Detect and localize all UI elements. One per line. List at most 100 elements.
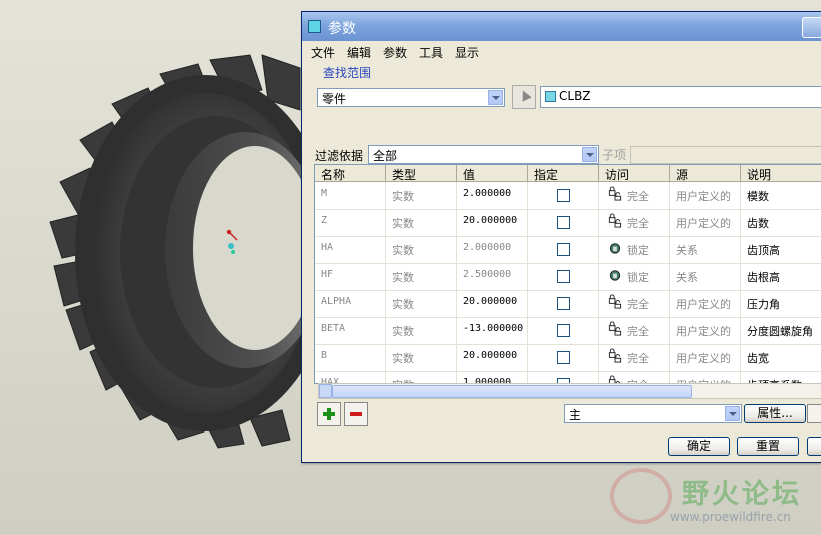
dialog-app-icon [308,20,321,33]
param-type: 实数 [392,298,414,311]
access-full-icon [608,321,622,336]
filter-label: 过滤依据 [315,149,364,163]
table-header: 名称 类型 值 指定 访问 源 说明 [315,165,821,182]
chevron-down-icon[interactable] [582,147,597,162]
access-full-icon [608,348,622,363]
properties-button[interactable]: 属性... [744,404,806,423]
menu-tools[interactable]: 工具 [419,44,443,61]
designate-checkbox[interactable] [557,216,570,229]
horizontal-scrollbar[interactable] [318,383,821,399]
add-parameter-button[interactable] [317,402,341,426]
watermark-title: 野火论坛 [682,479,802,510]
menu-display[interactable]: 显示 [455,44,479,61]
param-type: 实数 [392,217,414,230]
param-description: 分度圆螺旋角 [747,325,813,338]
header-value[interactable]: 值 [463,166,475,183]
designate-checkbox[interactable] [557,243,570,256]
header-access[interactable]: 访问 [605,166,629,183]
cancel-button[interactable] [807,437,821,456]
header-designate[interactable]: 指定 [534,166,558,183]
param-name: M [321,188,328,199]
table-row[interactable]: HA 实数 2.000000 锁定 关系 齿顶高 [315,236,821,264]
lock-icon [609,243,621,254]
header-description[interactable]: 说明 [747,166,771,183]
ok-button[interactable]: 确定 [668,437,730,456]
subitem-field [630,146,821,164]
designate-checkbox[interactable] [557,297,570,310]
param-value: 20.000000 [463,215,518,226]
watermark-url: www.proewildfire.cn [670,510,791,524]
param-source: 用户定义的 [676,298,731,311]
main-select[interactable]: 主 [564,404,742,423]
param-description: 齿顶高 [747,244,780,257]
chevron-down-icon[interactable] [725,406,740,421]
select-arrow-button[interactable] [512,85,536,109]
designate-checkbox[interactable] [557,189,570,202]
remove-parameter-button[interactable] [344,402,368,426]
designate-checkbox[interactable] [557,351,570,364]
access-full-icon [608,294,622,309]
dialog-titlebar[interactable]: 参数 [302,12,821,41]
scope-select[interactable]: 零件 [317,88,505,107]
menu-parameters[interactable]: 参数 [383,44,407,61]
access-full-icon [608,213,622,228]
param-access: 完全 [627,190,649,203]
param-name: HF [321,269,334,280]
table-row[interactable]: ALPHA 实数 20.000000 完全 用户定义的 压力角 [315,290,821,318]
header-name[interactable]: 名称 [321,166,345,183]
access-full-icon [608,186,622,201]
param-value: 2.000000 [463,188,512,199]
lock-icon [609,270,621,281]
table-row[interactable]: HF 实数 2.500000 锁定 关系 齿根高 [315,263,821,291]
part-name-field[interactable]: CLBZ [540,86,821,108]
param-type: 实数 [392,190,414,203]
reset-button[interactable]: 重置 [737,437,799,456]
designate-checkbox[interactable] [557,324,570,337]
forum-watermark: 野火论坛 www.proewildfire.cn [610,466,821,530]
param-access: 锁定 [627,244,649,257]
menu-file[interactable]: 文件 [311,44,335,61]
param-type: 实数 [392,244,414,257]
table-row[interactable]: BETA 实数 -13.000000 完全 用户定义的 分度圆螺旋角 [315,317,821,345]
param-description: 齿数 [747,217,769,230]
subitem-label: 子项 [602,148,627,162]
param-description: 齿根高 [747,271,780,284]
parameter-table[interactable]: 名称 类型 值 指定 访问 源 说明 M 实数 2.000000 完全 用户定义的 模数 Z… [314,164,821,384]
param-source: 用户定义的 [676,325,731,338]
header-type[interactable]: 类型 [392,166,416,183]
part-name: CLBZ [559,89,591,103]
param-access: 完全 [627,325,649,338]
menu-edit[interactable]: 编辑 [347,44,371,61]
scroll-thumb[interactable] [332,385,692,398]
designate-checkbox[interactable] [557,270,570,283]
param-value: 20.000000 [463,350,518,361]
param-value: 2.000000 [463,242,512,253]
param-type: 实数 [392,352,414,365]
param-type: 实数 [392,325,414,338]
table-row[interactable]: B 实数 20.000000 完全 用户定义的 齿宽 [315,344,821,372]
param-value: 20.000000 [463,296,518,307]
header-source[interactable]: 源 [676,166,688,183]
menu-bar: 文件 编辑 参数 工具 显示 [302,41,821,61]
param-access: 完全 [627,298,649,311]
filter-select[interactable]: 全部 [368,145,599,164]
param-access: 锁定 [627,271,649,284]
table-row[interactable]: M 实数 2.000000 完全 用户定义的 模数 [315,182,821,210]
param-source: 关系 [676,244,698,257]
param-access: 完全 [627,352,649,365]
table-row[interactable]: Z 实数 20.000000 完全 用户定义的 齿数 [315,209,821,237]
param-description: 齿宽 [747,352,769,365]
param-name: ALPHA [321,296,352,307]
param-source: 用户定义的 [676,190,731,203]
param-description: 压力角 [747,298,780,311]
scope-label: 查找范围 [323,66,372,80]
param-source: 关系 [676,271,698,284]
param-type: 实数 [392,271,414,284]
table-icon[interactable] [807,404,821,423]
scroll-left-icon[interactable] [319,384,332,398]
parameters-dialog: 参数 文件 编辑 参数 工具 显示 查找范围 零件 CLBZ 过滤依据 全部 子… [301,11,821,463]
minimize-button[interactable] [802,17,821,38]
chevron-down-icon[interactable] [488,90,503,105]
scope-select-value: 零件 [322,92,347,106]
dialog-title: 参数 [328,21,356,37]
